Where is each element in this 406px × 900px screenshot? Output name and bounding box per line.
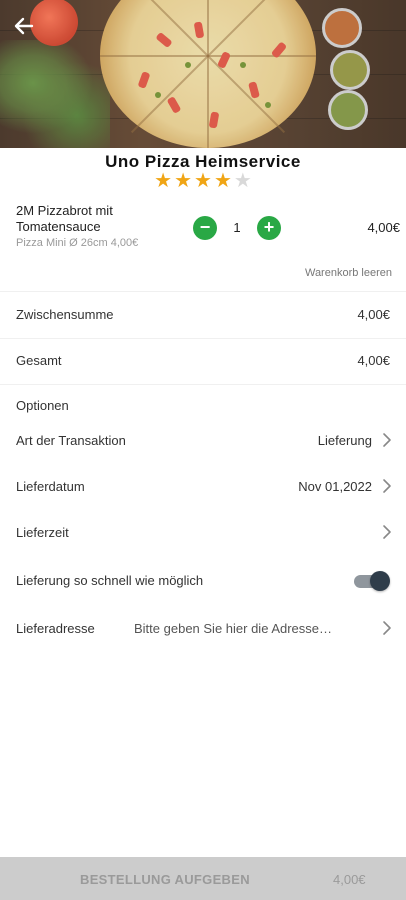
asap-delivery-row: Lieferung so schnell wie möglich xyxy=(0,558,406,604)
delivery-date-label: Lieferdatum xyxy=(16,479,85,494)
transaction-type-row[interactable]: Art der Transaktion Lieferung xyxy=(0,418,406,464)
delivery-address-row[interactable]: Lieferadresse Bitte geben Sie hier die A… xyxy=(0,606,406,652)
delivery-address-label: Lieferadresse xyxy=(16,621,95,636)
asap-delivery-toggle[interactable] xyxy=(354,570,390,592)
arrow-left-icon xyxy=(14,17,34,35)
delivery-date-value: Nov 01,2022 xyxy=(298,479,372,494)
quantity-value: 1 xyxy=(233,220,241,235)
total-value: 4,00€ xyxy=(357,353,390,368)
star-filled-icon: ★ xyxy=(194,170,212,192)
total-label: Gesamt xyxy=(16,353,62,368)
delivery-date-row[interactable]: Lieferdatum Nov 01,2022 xyxy=(0,464,406,510)
chevron-right-icon xyxy=(383,479,391,493)
back-button[interactable] xyxy=(12,14,36,38)
minus-icon: − xyxy=(199,217,211,237)
divider xyxy=(0,384,406,385)
plus-icon: + xyxy=(263,217,275,237)
transaction-type-value: Lieferung xyxy=(317,433,372,448)
star-filled-icon: ★ xyxy=(213,170,232,192)
increase-quantity-button[interactable]: + xyxy=(257,216,281,240)
subtotal-value: 4,00€ xyxy=(357,307,390,322)
rating-stars: ★ ★ ★ ★ ★ xyxy=(0,171,406,191)
header-image xyxy=(0,0,406,148)
transaction-type-label: Art der Transaktion xyxy=(16,433,126,448)
place-order-button[interactable]: BESTELLUNG AUFGEBEN 4,00€ xyxy=(0,857,406,900)
star-empty-icon: ★ xyxy=(233,170,252,192)
order-total: 4,00€ xyxy=(333,872,366,887)
cart-item-subtitle: Pizza Mini Ø 26cm 4,00€ xyxy=(16,237,139,249)
cart-item: 2M Pizzabrot mit Tomatensauce Pizza Mini… xyxy=(16,203,400,253)
options-section-title: Optionen xyxy=(16,398,69,413)
subtotal-label: Zwischensumme xyxy=(16,307,114,322)
star-filled-icon: ★ xyxy=(154,170,173,192)
delivery-time-label: Lieferzeit xyxy=(16,525,69,540)
store-title: Uno Pizza Heimservice xyxy=(105,152,301,171)
chevron-right-icon xyxy=(383,525,391,539)
decrease-quantity-button[interactable]: − xyxy=(193,216,217,240)
delivery-address-placeholder[interactable]: Bitte geben Sie hier die Adresse ein xyxy=(134,621,334,636)
clear-cart-link[interactable]: Warenkorb leeren xyxy=(305,267,392,279)
chevron-right-icon xyxy=(383,621,391,635)
delivery-time-row[interactable]: Lieferzeit xyxy=(0,510,406,556)
total-row: Gesamt 4,00€ xyxy=(0,338,406,384)
cart-item-price: 4,00€ xyxy=(367,220,400,235)
subtotal-row: Zwischensumme 4,00€ xyxy=(0,292,406,338)
asap-delivery-label: Lieferung so schnell wie möglich xyxy=(16,573,204,588)
place-order-label: BESTELLUNG AUFGEBEN xyxy=(80,872,250,887)
cart-item-name: 2M Pizzabrot mit Tomatensauce xyxy=(16,203,113,234)
chevron-right-icon xyxy=(383,433,391,447)
star-filled-icon: ★ xyxy=(174,170,193,192)
